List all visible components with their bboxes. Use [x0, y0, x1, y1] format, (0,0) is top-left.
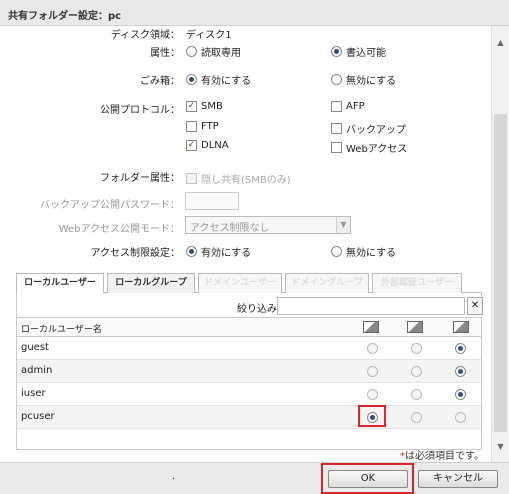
protocol-label: 公開プロトコル： [100, 105, 180, 116]
tab-local-groups[interactable]: ローカルグループ [107, 273, 195, 293]
disk-label: ディスク領域： [110, 30, 180, 41]
read-only-permission-icon [407, 321, 423, 333]
settings-content: ディスク領域： ディスク1 属性： 読取専用 書込可能 ごみ箱： 有効にする 無… [8, 26, 488, 462]
ftp-checkbox[interactable] [186, 121, 197, 132]
rw-radio[interactable] [367, 389, 378, 400]
highlight-box [358, 405, 386, 427]
ro-radio[interactable] [411, 343, 422, 354]
backup-checkbox[interactable] [331, 123, 342, 134]
protocol-smb[interactable]: ✓ SMB [186, 101, 223, 112]
no-access-permission-icon [453, 321, 469, 333]
access-enable-option[interactable]: 有効にする [186, 244, 251, 259]
attr-writable-radio[interactable] [331, 46, 342, 57]
protocol-ftp[interactable]: FTP [186, 121, 219, 132]
ok-highlight-box [321, 463, 414, 494]
protocol-afp[interactable]: AFP [331, 101, 365, 112]
none-radio[interactable] [455, 389, 466, 400]
rw-radio[interactable] [367, 366, 378, 377]
trash-label: ごみ箱： [140, 76, 180, 87]
users-panel: 絞り込み： ✕ ローカルユーザー名 guest admin iuser pcus… [16, 293, 483, 450]
access-label: アクセス制限設定： [90, 248, 181, 259]
required-note: *は必須項目です。 [400, 451, 484, 462]
attr-readonly-option[interactable]: 読取専用 [186, 44, 241, 59]
hidden-share-checkbox[interactable] [186, 173, 197, 184]
none-radio[interactable] [455, 343, 466, 354]
webaccess-checkbox[interactable] [331, 142, 342, 153]
tab-domain-groups[interactable]: ドメイングループ [285, 273, 369, 293]
window-title: 共有フォルダー設定：pc [0, 0, 509, 26]
username-cell: pcuser [21, 411, 55, 422]
access-disable-option[interactable]: 無効にする [331, 244, 396, 259]
scroll-thumb[interactable] [494, 114, 507, 432]
ro-radio[interactable] [411, 389, 422, 400]
user-tabs: ローカルユーザー ローカルグループ ドメインユーザー ドメイングループ 外部認証… [16, 273, 482, 294]
footer-dot: . [172, 471, 176, 482]
smb-checkbox[interactable]: ✓ [186, 101, 197, 112]
username-column-header: ローカルユーザー名 [21, 325, 102, 335]
filter-input[interactable] [277, 297, 465, 315]
scroll-up-icon[interactable]: ▲ [494, 36, 507, 49]
tab-local-users[interactable]: ローカルユーザー [16, 273, 104, 294]
protocol-webaccess[interactable]: Webアクセス [331, 140, 407, 155]
trash-disable-radio[interactable] [331, 74, 342, 85]
username-cell: admin [21, 365, 53, 376]
web-mode-select[interactable]: アクセス制限なし ▼ [185, 216, 351, 234]
trash-disable-option[interactable]: 無効にする [331, 72, 396, 87]
access-disable-radio[interactable] [331, 246, 342, 257]
username-cell: iuser [21, 388, 46, 399]
protocol-dlna[interactable]: ✓ DLNA [186, 140, 229, 151]
attr-readonly-radio[interactable] [186, 46, 197, 57]
tab-external-users[interactable]: 外部認証ユーザー [372, 273, 462, 293]
clear-filter-icon[interactable]: ✕ [467, 297, 483, 315]
ro-radio[interactable] [411, 366, 422, 377]
vertical-scrollbar[interactable]: ▲ ▼ [491, 26, 509, 462]
trash-enable-option[interactable]: 有効にする [186, 72, 251, 87]
username-cell: guest [21, 342, 49, 353]
ro-radio[interactable] [411, 412, 422, 423]
table-row: pcuser [17, 406, 481, 429]
hidden-share-option[interactable]: 隠し共有(SMBのみ) [186, 171, 291, 186]
trash-enable-radio[interactable] [186, 74, 197, 85]
table-row: admin [17, 360, 481, 383]
attr-label: 属性： [150, 48, 180, 59]
none-radio[interactable] [455, 412, 466, 423]
backup-password-input[interactable] [185, 192, 239, 210]
chevron-down-icon: ▼ [336, 217, 350, 233]
table-row: iuser [17, 383, 481, 406]
folder-attr-label: フォルダー属性： [100, 173, 180, 184]
table-row: guest [17, 337, 481, 360]
disk-value: ディスク1 [186, 30, 232, 41]
backup-password-label: バックアップ公開パスワード： [40, 200, 180, 211]
dialog-footer: . OK キャンセル [0, 462, 509, 494]
scroll-down-icon[interactable]: ▼ [494, 440, 507, 453]
access-enable-radio[interactable] [186, 246, 197, 257]
tab-domain-users[interactable]: ドメインユーザー [198, 273, 282, 293]
none-radio[interactable] [455, 366, 466, 377]
rw-radio[interactable] [367, 343, 378, 354]
dlna-checkbox[interactable]: ✓ [186, 140, 197, 151]
afp-checkbox[interactable] [331, 101, 342, 112]
read-write-permission-icon [363, 321, 379, 333]
cancel-button[interactable]: キャンセル [418, 470, 498, 488]
table-header: ローカルユーザー名 [17, 318, 481, 337]
web-mode-label: Webアクセス公開モード： [58, 224, 180, 235]
attr-writable-option[interactable]: 書込可能 [331, 44, 386, 59]
users-table: ローカルユーザー名 guest admin iuser pcuser [17, 317, 481, 429]
protocol-backup[interactable]: バックアップ [331, 121, 406, 136]
